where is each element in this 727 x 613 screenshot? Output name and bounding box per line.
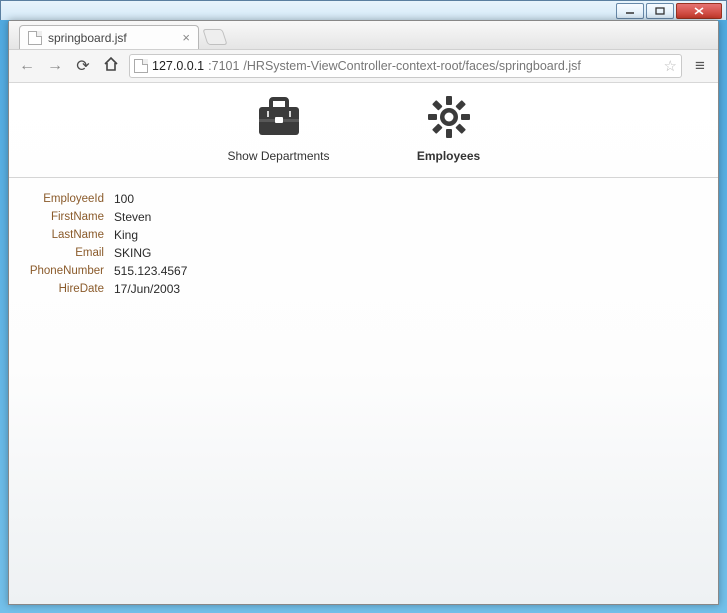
springboard-item-label: Employees [394, 149, 504, 163]
field-value: 100 [114, 190, 134, 208]
field-label: FirstName [29, 208, 104, 226]
window-titlebar [0, 0, 727, 20]
page-content: Show Departments [9, 83, 718, 604]
field-value: SKING [114, 244, 151, 262]
window-minimize-button[interactable] [616, 3, 644, 19]
springboard-item-employees[interactable]: Employees [394, 93, 504, 163]
tab-strip: springboard.jsf × [9, 21, 718, 49]
form-row: FirstName Steven [29, 208, 698, 226]
field-value: Steven [114, 208, 151, 226]
field-label: Email [29, 244, 104, 262]
tab-close-icon[interactable]: × [182, 30, 190, 45]
field-value: 17/Jun/2003 [114, 280, 180, 298]
form-row: Email SKING [29, 244, 698, 262]
bookmark-star-icon[interactable]: ☆ [664, 57, 677, 75]
springboard-item-departments[interactable]: Show Departments [224, 93, 334, 163]
reload-button[interactable]: ⟳ [73, 56, 93, 76]
briefcase-icon [253, 93, 305, 141]
form-row: HireDate 17/Jun/2003 [29, 280, 698, 298]
page-icon [28, 31, 42, 45]
springboard-item-label: Show Departments [224, 149, 334, 163]
menu-button[interactable]: ≡ [690, 56, 710, 76]
url-port: :7101 [208, 59, 239, 73]
tab-title: springboard.jsf [48, 31, 127, 45]
address-bar[interactable]: 127.0.0.1 :7101/HRSystem-ViewController-c… [129, 54, 682, 78]
field-label: HireDate [29, 280, 104, 298]
field-value: King [114, 226, 138, 244]
field-value: 515.123.4567 [114, 262, 187, 280]
browser-toolbar: ← → ⟳ 127.0.0.1 :7101/HRSystem-ViewContro… [9, 49, 718, 83]
url-path: /HRSystem-ViewController-context-root/fa… [243, 59, 580, 73]
forward-button[interactable]: → [45, 57, 65, 75]
form-row: EmployeeId 100 [29, 190, 698, 208]
page-icon [134, 59, 148, 73]
gear-icon [423, 93, 475, 141]
window-close-button[interactable] [676, 3, 722, 19]
employee-form: EmployeeId 100 FirstName Steven LastName Ki… [9, 178, 718, 310]
window-maximize-button[interactable] [646, 3, 674, 19]
browser-window: springboard.jsf × ← → ⟳ 127.0.0.1 :7101/H… [8, 20, 719, 605]
form-row: LastName King [29, 226, 698, 244]
new-tab-button[interactable] [202, 29, 227, 45]
field-label: LastName [29, 226, 104, 244]
url-host: 127.0.0.1 [152, 59, 204, 73]
field-label: EmployeeId [29, 190, 104, 208]
form-row: PhoneNumber 515.123.4567 [29, 262, 698, 280]
field-label: PhoneNumber [29, 262, 104, 280]
springboard-bar: Show Departments [9, 83, 718, 178]
browser-tab[interactable]: springboard.jsf × [19, 25, 199, 49]
back-button[interactable]: ← [17, 57, 37, 75]
home-button[interactable] [101, 56, 121, 77]
